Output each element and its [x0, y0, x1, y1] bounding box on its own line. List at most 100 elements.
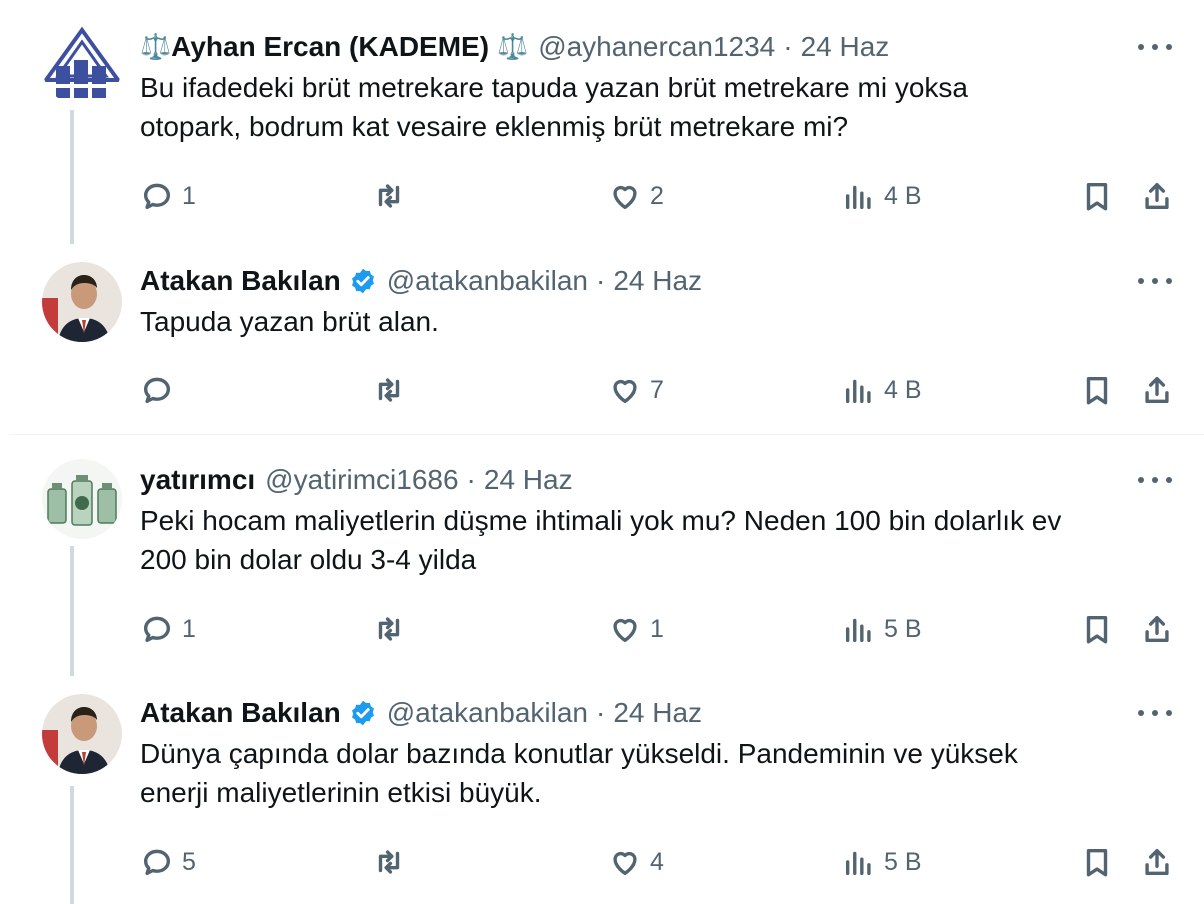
retweet-icon — [378, 378, 400, 402]
bookmark-button[interactable] — [1080, 370, 1114, 410]
man-portrait-icon — [42, 694, 122, 774]
display-name[interactable]: Ayhan Ercan (KADEME) — [171, 31, 489, 63]
separator-dot: · — [595, 265, 606, 296]
avatar[interactable] — [42, 26, 122, 106]
retweet-icon — [378, 184, 400, 208]
retweet-button[interactable] — [372, 609, 406, 649]
heart-icon — [613, 185, 637, 210]
share-button[interactable] — [1140, 842, 1174, 882]
views-button[interactable]: 4 B — [842, 370, 922, 410]
more-options-icon[interactable] — [1138, 702, 1172, 724]
analytics-icon — [845, 379, 871, 404]
bookmark-icon — [1086, 615, 1108, 644]
tweet-header: Atakan Bakılan @atakanbakilan · 24 Haz — [140, 264, 1184, 298]
man-portrait-icon — [42, 262, 122, 342]
scales-emoji-icon: ⚖️ — [497, 32, 529, 61]
share-button[interactable] — [1140, 176, 1174, 216]
timestamp[interactable]: 24 Haz — [484, 464, 573, 496]
more-options-icon[interactable] — [1138, 36, 1172, 58]
share-icon — [1145, 848, 1169, 876]
separator-dot: · — [783, 31, 793, 62]
reply-count: 5 — [182, 847, 196, 876]
timestamp[interactable]: 24 Haz — [613, 265, 702, 297]
bookmark-icon — [1086, 376, 1108, 405]
retweet-button[interactable] — [372, 176, 406, 216]
tweet[interactable]: Atakan Bakılan @atakanbakilan · 24 Haz D… — [10, 676, 1204, 904]
like-button[interactable]: 4 — [608, 842, 664, 882]
reply-button[interactable]: 1 — [140, 609, 196, 649]
scales-emoji-icon: ⚖️ — [140, 32, 172, 61]
timestamp[interactable]: 24 Haz — [613, 697, 702, 729]
avatar[interactable] — [42, 459, 122, 539]
tweet-header: Atakan Bakılan @atakanbakilan · 24 Haz — [140, 696, 1184, 730]
user-handle[interactable]: @yatirimci1686 — [265, 464, 458, 496]
reply-count: 1 — [182, 614, 196, 643]
tweet-text: Tapuda yazan brüt alan. — [140, 306, 439, 337]
view-count: 4 B — [884, 375, 922, 404]
analytics-icon — [845, 618, 871, 643]
bookmark-button[interactable] — [1080, 842, 1114, 882]
reply-icon — [143, 377, 171, 404]
retweet-icon — [378, 850, 400, 874]
retweet-icon — [378, 617, 400, 641]
tweet-text: Bu ifadedeki brüt metrekare tapuda yazan… — [140, 72, 968, 142]
reply-button[interactable]: 5 — [140, 842, 196, 882]
analytics-icon — [845, 851, 871, 876]
user-handle[interactable]: @atakanbakilan — [387, 265, 588, 297]
like-count: 4 — [650, 847, 664, 876]
verified-badge-icon — [351, 268, 374, 294]
reply-count: 1 — [182, 181, 196, 210]
heart-icon — [613, 618, 637, 643]
display-name[interactable]: yatırımcı — [140, 464, 255, 496]
view-count: 4 B — [884, 181, 922, 210]
heart-icon — [613, 379, 637, 404]
more-options-icon[interactable] — [1138, 270, 1172, 292]
reply-icon — [143, 616, 171, 643]
tweet[interactable]: Atakan Bakılan @atakanbakilan · 24 Haz T… — [10, 244, 1204, 434]
view-count: 5 B — [884, 614, 922, 643]
like-count: 1 — [650, 614, 664, 643]
tweet-header: ⚖️ Ayhan Ercan (KADEME) ⚖️ @ayhanercan12… — [140, 30, 1184, 64]
share-button[interactable] — [1140, 370, 1174, 410]
reply-icon — [143, 183, 171, 210]
tweet-text: Peki hocam maliyetlerin düşme ihtimali y… — [140, 505, 1062, 575]
like-button[interactable]: 7 — [608, 370, 664, 410]
display-name[interactable]: Atakan Bakılan — [140, 697, 341, 729]
reply-button[interactable]: 1 — [140, 176, 196, 216]
user-handle[interactable]: @atakanbakilan — [387, 697, 588, 729]
avatar[interactable] — [42, 262, 122, 342]
retweet-button[interactable] — [372, 842, 406, 882]
verified-badge-icon — [351, 700, 374, 726]
bookmark-button[interactable] — [1080, 609, 1114, 649]
separator-dot: · — [595, 697, 606, 728]
heart-icon — [613, 851, 637, 876]
share-button[interactable] — [1140, 609, 1174, 649]
tweet[interactable]: ⚖️ Ayhan Ercan (KADEME) ⚖️ @ayhanercan12… — [10, 0, 1204, 244]
reply-icon — [143, 849, 171, 876]
tweet-text: Dünya çapında dolar bazında konutlar yük… — [140, 738, 1018, 808]
separator-dot: · — [466, 464, 476, 495]
timestamp[interactable]: 24 Haz — [801, 31, 890, 63]
user-handle[interactable]: @ayhanercan1234 — [538, 31, 775, 63]
share-icon — [1145, 615, 1169, 643]
bookmark-button[interactable] — [1080, 176, 1114, 216]
reply-button[interactable] — [140, 370, 182, 410]
share-icon — [1145, 376, 1169, 404]
like-button[interactable]: 2 — [608, 176, 664, 216]
bookmark-icon — [1086, 182, 1108, 211]
views-button[interactable]: 4 B — [842, 176, 922, 216]
views-button[interactable]: 5 B — [842, 609, 922, 649]
view-count: 5 B — [884, 847, 922, 876]
views-button[interactable]: 5 B — [842, 842, 922, 882]
avatar[interactable] — [42, 694, 122, 774]
tweet[interactable]: yatırımcı @yatirimci1686 · 24 Haz Peki h… — [10, 435, 1204, 676]
analytics-icon — [845, 185, 871, 210]
bookmark-icon — [1086, 848, 1108, 877]
like-button[interactable]: 1 — [608, 609, 664, 649]
like-count: 2 — [650, 181, 664, 210]
display-name[interactable]: Atakan Bakılan — [140, 265, 341, 297]
kademe-logo-icon — [42, 26, 122, 106]
like-count: 7 — [650, 375, 664, 404]
retweet-button[interactable] — [372, 370, 406, 410]
more-options-icon[interactable] — [1138, 469, 1172, 491]
